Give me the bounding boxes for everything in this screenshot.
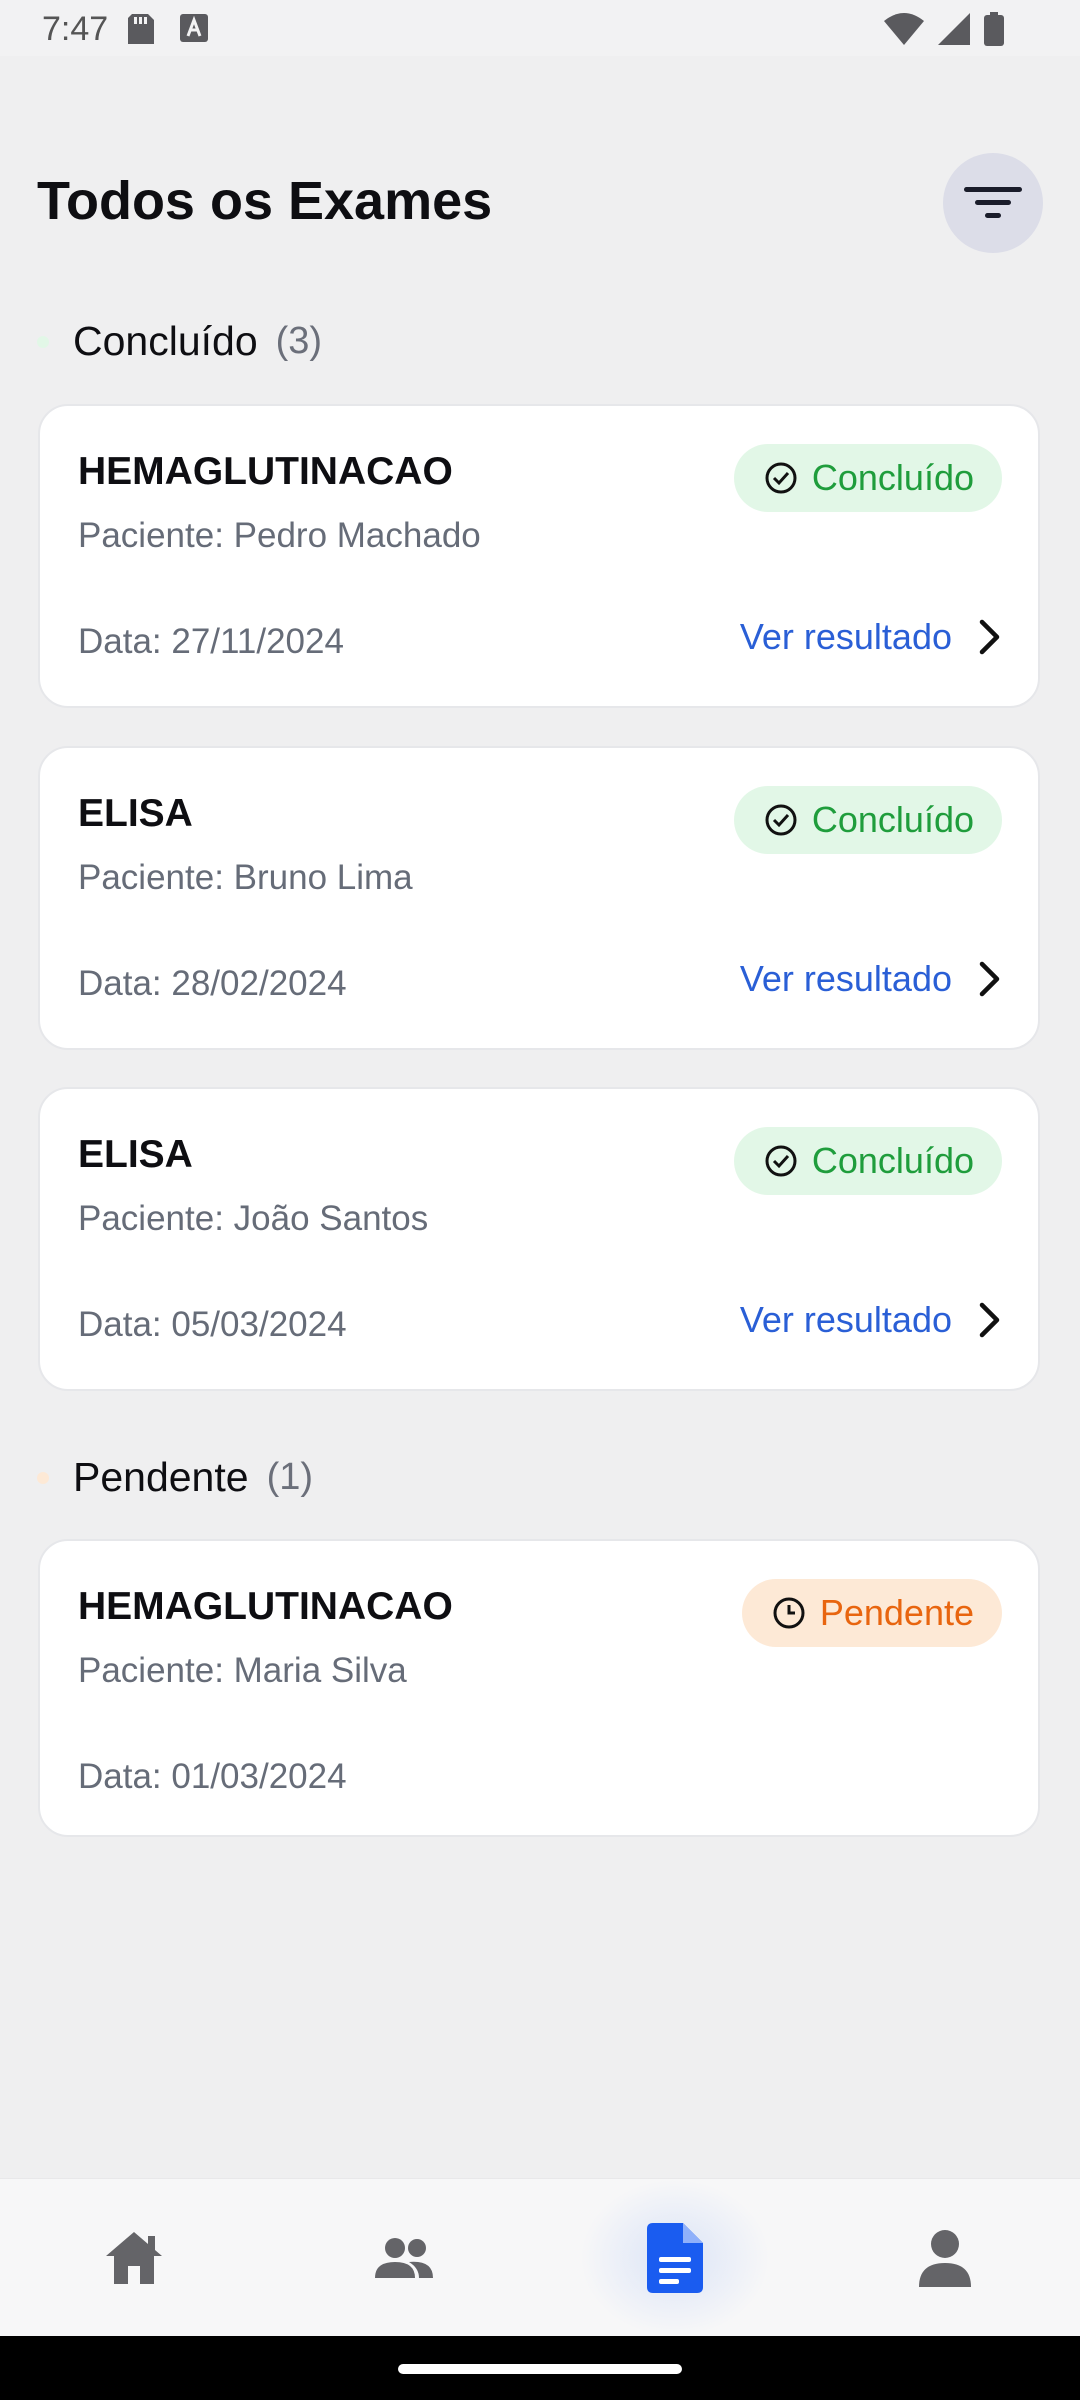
exam-name: ELISA [78,1133,193,1176]
status-label: Concluído [811,1140,974,1181]
wifi-icon [884,13,924,45]
exams-document-icon [647,2223,703,2293]
patients-icon [375,2238,433,2278]
filter-icon [964,187,1022,218]
view-result-label: Ver resultado [739,616,952,657]
view-result-link[interactable]: Ver resultado [740,958,1002,1000]
patient-name: Paciente: Maria Silva [78,1651,407,1690]
exam-name: HEMAGLUTINACAO [78,1585,453,1628]
patient-name: Paciente: Pedro Machado [78,516,481,555]
status-badge: Pendente [741,1579,1002,1647]
check-circle-icon [765,462,797,494]
exam-date: Data: 28/02/2024 [78,964,347,1003]
profile-icon [919,2230,971,2287]
view-result-link[interactable]: Ver resultado [740,1299,1002,1341]
status-bar: 7:47 [0,0,1080,56]
section-header-pending: Pendente (1) [37,1454,313,1501]
status-label: Concluído [811,799,974,840]
exam-date: Data: 05/03/2024 [78,1305,347,1344]
exam-date: Data: 01/03/2024 [78,1757,347,1796]
nav-exams[interactable] [605,2179,745,2337]
home-gesture-handle[interactable] [398,2364,682,2374]
nav-home[interactable] [64,2179,204,2337]
section-dot [37,335,49,348]
nav-patients[interactable] [334,2179,474,2337]
chevron-right-icon [979,961,1000,997]
check-circle-icon [765,1145,797,1177]
view-result-link[interactable]: Ver resultado [740,616,1002,658]
status-badge: Concluído [733,1127,1002,1195]
status-time: 7:47 [42,10,109,48]
section-dot [37,1471,49,1484]
page-title: Todos os Exames [37,171,493,231]
battery-icon [984,12,1004,46]
chevron-right-icon [979,1302,1000,1338]
patient-name: Paciente: João Santos [78,1199,429,1238]
section-title: Concluído [73,318,258,364]
home-icon [106,2232,162,2284]
exam-name: ELISA [78,792,193,835]
status-label: Pendente [819,1592,974,1633]
exam-card[interactable]: ELISA Concluído Paciente: Bruno Lima Dat… [38,746,1040,1050]
sd-card-icon [128,14,154,44]
exam-card[interactable]: HEMAGLUTINACAO Pendente Paciente: Maria … [38,1539,1040,1837]
section-count: (3) [275,320,323,362]
section-title: Pendente [73,1454,249,1500]
exam-card[interactable]: HEMAGLUTINACAO Concluído Paciente: Pedro… [38,404,1040,708]
section-count: (1) [266,1456,314,1498]
clock-icon [773,1597,805,1629]
status-badge: Concluído [733,786,1002,854]
status-badge: Concluído [733,444,1002,512]
check-circle-icon [765,804,797,836]
signal-icon [938,13,970,45]
patient-name: Paciente: Bruno Lima [78,858,413,897]
exam-name: HEMAGLUTINACAO [78,450,453,493]
status-label: Concluído [811,457,974,498]
chevron-right-icon [979,619,1000,655]
nav-profile[interactable] [875,2179,1015,2337]
filter-button[interactable] [943,153,1043,253]
a-box-icon [180,14,208,42]
bottom-nav [0,2178,1080,2337]
system-gesture-bar [0,2336,1080,2400]
exam-date: Data: 27/11/2024 [78,622,344,661]
view-result-label: Ver resultado [739,1299,952,1340]
view-result-label: Ver resultado [739,958,952,999]
exam-card[interactable]: ELISA Concluído Paciente: João Santos Da… [38,1087,1040,1391]
section-header-done: Concluído (3) [37,318,322,365]
